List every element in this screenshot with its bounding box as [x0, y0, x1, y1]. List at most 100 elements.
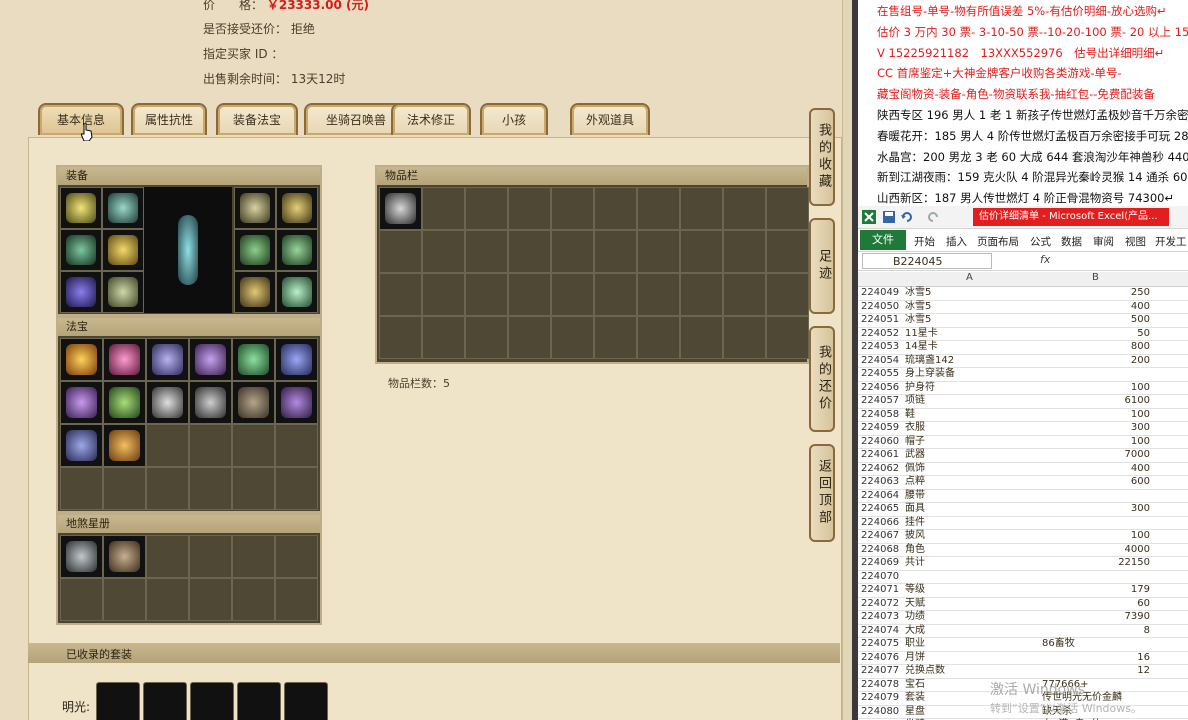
cell-b[interactable]: 300	[1042, 503, 1150, 516]
cell-b[interactable]: 800	[1042, 341, 1150, 354]
cell-a[interactable]: 角色	[905, 544, 925, 557]
excel-tab-view[interactable]: 视图	[1125, 234, 1146, 249]
cell-a[interactable]: 月饼	[905, 652, 925, 665]
cell-b[interactable]: 200	[1042, 355, 1150, 368]
excel-tab-review[interactable]: 审阅	[1093, 234, 1114, 249]
excel-fx-icon[interactable]: fx	[1040, 253, 1050, 266]
table-row[interactable]: 224061 武器 7000	[858, 449, 1188, 463]
table-row[interactable]: 224068 角色 4000	[858, 544, 1188, 557]
cell-a[interactable]: 项链	[905, 395, 925, 408]
set-item[interactable]	[96, 682, 140, 720]
table-row[interactable]: 224077 兑换点数 12	[858, 665, 1188, 679]
table-row[interactable]: 224060 帽子 100	[858, 436, 1188, 449]
cell-b[interactable]: 500	[1042, 314, 1150, 327]
redo-icon[interactable]	[926, 210, 940, 224]
fabao-slot[interactable]	[275, 381, 318, 424]
tab-appearance[interactable]: 外观道具	[570, 103, 650, 135]
table-row[interactable]: 224063 点粹 600	[858, 476, 1188, 490]
table-row[interactable]: 224075 职业 86畜牧	[858, 638, 1188, 652]
table-row[interactable]: 224069 共计 22150	[858, 557, 1188, 571]
table-row[interactable]: 224071 等级 179	[858, 584, 1188, 598]
equip-slot[interactable]	[234, 187, 276, 229]
fabao-slot[interactable]	[189, 338, 232, 381]
table-row[interactable]: 224062 佩饰 400	[858, 463, 1188, 476]
cell-b[interactable]: 250	[1042, 287, 1150, 300]
cell-a[interactable]: 佩饰	[905, 463, 925, 476]
excel-tab-home[interactable]: 开始	[914, 234, 935, 249]
equip-slot[interactable]	[102, 229, 144, 271]
cell-a[interactable]: 等级	[905, 584, 925, 597]
table-row[interactable]: 224067 披风 100	[858, 530, 1188, 544]
table-row[interactable]: 224050 冰雪5 400	[858, 301, 1188, 314]
cell-a[interactable]: 职业	[905, 638, 925, 651]
inventory-slot[interactable]	[379, 187, 422, 230]
table-row[interactable]: 224070	[858, 571, 1188, 584]
cell-a[interactable]: 点粹	[905, 476, 925, 489]
cell-a[interactable]: 共计	[905, 557, 925, 570]
equip-slot[interactable]	[102, 187, 144, 229]
excel-tab-developer[interactable]: 开发工	[1155, 234, 1187, 249]
set-item[interactable]	[284, 682, 328, 720]
cell-b[interactable]: 100	[1042, 530, 1150, 543]
cell-b[interactable]: 100	[1042, 436, 1150, 449]
cell-a[interactable]: 冰雪5	[905, 301, 931, 314]
fabao-slot[interactable]	[189, 381, 232, 424]
fabao-slot[interactable]	[103, 338, 146, 381]
set-item[interactable]	[190, 682, 234, 720]
cell-a[interactable]: 冰雪5	[905, 287, 931, 300]
cell-a[interactable]: 套装	[905, 692, 925, 705]
table-row[interactable]: 224073 功绩 7390	[858, 611, 1188, 625]
tab-equipment[interactable]: 装备法宝	[216, 103, 298, 135]
excel-tab-formulas[interactable]: 公式	[1030, 234, 1051, 249]
cell-b[interactable]: 100	[1042, 409, 1150, 422]
table-row[interactable]: 224056 护身符 100	[858, 382, 1188, 395]
cell-b[interactable]: 86畜牧	[1042, 638, 1075, 651]
set-item[interactable]	[237, 682, 281, 720]
fabao-slot[interactable]	[103, 424, 146, 467]
table-row[interactable]: 224074 大成 8	[858, 625, 1188, 638]
equip-slot[interactable]	[60, 229, 102, 271]
table-row[interactable]: 224055 身上穿装备	[858, 368, 1188, 382]
cell-a[interactable]: 面具	[905, 503, 925, 516]
my-bargain-button[interactable]: 我的还价	[809, 326, 835, 432]
table-row[interactable]: 224064 腰带	[858, 490, 1188, 503]
cell-b[interactable]: 7000	[1042, 449, 1150, 462]
cell-a[interactable]: 琉璃盏142	[905, 355, 954, 368]
dishan-slot[interactable]	[103, 535, 146, 578]
cell-b[interactable]: 8	[1042, 625, 1150, 638]
cell-a[interactable]: 帽子	[905, 436, 925, 449]
table-row[interactable]: 224053 14星卡 800	[858, 341, 1188, 355]
cell-a[interactable]: 衣服	[905, 422, 925, 435]
cell-a[interactable]: 宝石	[905, 679, 925, 692]
equip-slot[interactable]	[276, 229, 318, 271]
cell-b[interactable]: 300	[1042, 422, 1150, 435]
cell-b[interactable]: 60	[1042, 598, 1150, 611]
fabao-slot[interactable]	[60, 338, 103, 381]
table-row[interactable]: 224051 冰雪5 500	[858, 314, 1188, 328]
table-row[interactable]: 224072 天赋 60	[858, 598, 1188, 611]
save-icon[interactable]	[882, 210, 896, 224]
cell-a[interactable]: 兑换点数	[905, 665, 945, 678]
cell-a[interactable]: 武器	[905, 449, 925, 462]
footprint-button[interactable]: 足迹	[809, 218, 835, 314]
cell-b[interactable]: 179	[1042, 584, 1150, 597]
equip-slot[interactable]	[234, 229, 276, 271]
cell-b[interactable]: 16	[1042, 652, 1150, 665]
column-b-header[interactable]: B	[1092, 272, 1099, 283]
excel-name-box[interactable]: B224045	[862, 253, 992, 269]
excel-tab-insert[interactable]: 插入	[946, 234, 967, 249]
dishan-slot[interactable]	[60, 535, 103, 578]
table-row[interactable]: 224076 月饼 16	[858, 652, 1188, 665]
tab-attributes[interactable]: 属性抗性	[131, 103, 207, 135]
cell-b[interactable]: 7390	[1042, 611, 1150, 624]
cell-a[interactable]: 披风	[905, 530, 925, 543]
excel-tab-page-layout[interactable]: 页面布局	[977, 234, 1019, 249]
table-row[interactable]: 224052 11星卡 50	[858, 328, 1188, 341]
cell-a[interactable]: 14星卡	[905, 341, 938, 354]
cell-b[interactable]: 22150	[1042, 557, 1150, 570]
cell-a[interactable]: 天赋	[905, 598, 925, 611]
cell-a[interactable]: 身上穿装备	[905, 368, 955, 381]
fabao-slot[interactable]	[60, 424, 103, 467]
excel-tab-data[interactable]: 数据	[1061, 234, 1082, 249]
my-favorites-button[interactable]: 我的收藏	[809, 108, 835, 206]
